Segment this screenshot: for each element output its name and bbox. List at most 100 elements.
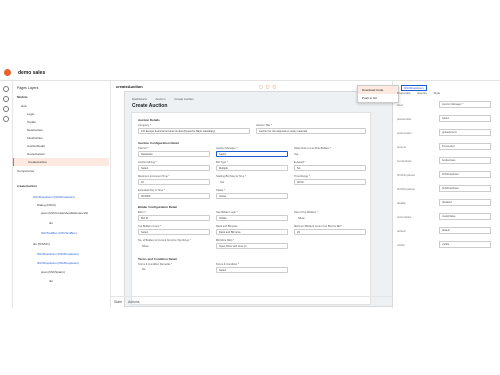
time-range-field[interactable]: 00:00 [294,179,366,185]
property-row: disable disabled [397,199,497,209]
data-icon[interactable] [3,106,9,112]
module-item-homeauction[interactable]: HomeAuction [13,150,109,158]
tab-properties[interactable]: Properties [397,91,411,95]
property-row: hhh/Dropdown hhh/Dropdown [397,171,497,181]
property-value-field[interactable]: FromLabel [439,143,491,150]
state-tab[interactable]: State [114,300,122,304]
terms-remarks-value[interactable]: No [142,268,145,271]
tree-node[interactable]: span (hhh/Span1) [41,270,65,274]
module-item-newauction[interactable]: NewAuction [13,126,109,134]
form-card: Auction Details Company * # D Europe fin… [131,112,371,305]
property-row: optionLabel uploadsrecrs [397,129,497,139]
see-bidder-login-field[interactable]: Visible [216,215,288,221]
components-label[interactable]: Components [13,167,109,175]
auction-mining-label: Auction Mining * [138,161,157,164]
tree-node[interactable]: hhh/Dropdown (hhh/Dropdown) [37,261,79,265]
module-item-login[interactable]: Login [13,110,109,118]
property-value-field[interactable]: visible [439,241,491,248]
max-increment-field[interactable]: 10 [138,179,210,185]
bid-in-field[interactable]: Brd Ø [138,215,210,221]
tab-events[interactable]: Events [418,91,427,95]
tree-node[interactable]: span (hhh/ContactAuctReference5) [41,211,88,215]
property-value-field[interactable]: Select [439,115,491,122]
bid-more-field[interactable]: Open Price with time on [216,243,288,249]
start-bid-value[interactable]: Yes [220,181,224,184]
tree-node[interactable]: div [49,221,53,225]
min-bidders-label: Minimum Bidders Count Can Bid For Bid * [294,225,343,228]
section-auction-config: Auction Configuration Detail [138,141,179,145]
actions-tab[interactable]: Actions [128,300,139,304]
tab-create-auction[interactable]: Create Auction [174,97,194,101]
properties-panel: hhh/Dropdown Properties Events Style lab… [393,81,500,308]
device-icons[interactable]: ▢▢▢ [259,84,279,89]
tree-node[interactable]: hhh/Dropdown (hhh/Dropdown) [37,252,79,256]
tab-style[interactable]: Style [434,91,441,95]
tree-node[interactable]: div (hhh/Div) [33,242,50,246]
extended-field[interactable]: 00:0000 [138,193,210,199]
e-award-field[interactable]: No [294,165,366,171]
tree-node[interactable]: hhh/Dropdown (hhh/Dropdown) [33,195,75,199]
tree-root[interactable]: createAuction [17,184,37,188]
bid-type-field[interactable]: Multiple [216,165,288,171]
property-row: visible visible [397,241,497,251]
property-value-field[interactable]: default [439,227,491,234]
property-label: hhh/Dropdown [397,173,416,177]
settings-icon[interactable] [3,116,9,122]
tree-node[interactable]: div [49,279,53,283]
rank-field[interactable]: Rank and Bill price [216,229,288,235]
property-value-field[interactable]: hhh/Dropdown [439,185,491,192]
property-value-field[interactable]: modelValue [439,213,491,220]
app-logo [4,69,11,76]
property-value-field[interactable]: borderclass [439,157,491,164]
pages-icon[interactable] [3,86,9,92]
company-field[interactable]: # D Europe financial services GmbH (Deut… [138,128,250,134]
notify-value[interactable]: Show [142,245,149,248]
auction-manager-dropdown[interactable]: Select [216,151,288,157]
property-label: borderclass [397,159,412,163]
tree-node[interactable]: hhh/TextBox (hhh/TextBox) [41,231,77,235]
module-item-topfan[interactable]: Topfan [13,118,109,126]
seller-rule-label: Seller Rule to Let Rule Bidders * [294,147,332,150]
download-code-option[interactable]: Download Code [358,86,398,94]
extended-label: Extended Day & Time * [138,189,165,192]
tab-auction[interactable]: Auction [155,97,165,101]
auction-mining-field[interactable]: Select [138,165,210,171]
seller-rule-value[interactable]: Yes [294,153,298,156]
property-row: optionValue modelValue [397,213,497,223]
auction-title-label: Auction Title * [256,124,272,127]
rank-label: Rank and Bill price [216,225,238,228]
property-value-field[interactable]: hhh/Dropdown [439,171,491,178]
max-increment-label: Maximum Increment Time * [138,175,170,178]
bottom-bar: State Actions [110,296,393,308]
module-item-createauction[interactable]: CreateAuction [13,158,109,166]
status-field[interactable]: Active [216,193,288,199]
tree-node[interactable]: Dialog (hhh/2) [37,203,56,207]
module-item-auctiondetail[interactable]: AuctionDetail [13,142,109,150]
sea-top-bidders-value[interactable]: Show [298,217,305,220]
start-at-field[interactable]: Dateieshe [138,151,210,157]
canvas-crumb: createAuction [116,84,143,89]
layers-icon[interactable] [3,96,9,102]
property-row: hhh/Dropdown hhh/Dropdown [397,185,497,195]
start-bid-label: Starting Bid Step & Time * [216,175,246,178]
property-value-field[interactable]: disabled [439,199,491,206]
time-range-label: Time Range * [294,175,310,178]
property-value-field[interactable]: Auction Manager * [439,101,491,108]
left-tabs[interactable]: Pages Layers [17,86,38,90]
tab-dashboard[interactable]: Dashboard [132,97,147,101]
module-item-hub[interactable]: Hub [13,102,109,110]
property-value-field[interactable]: uploadsrecrs [439,129,491,136]
terms-remarks-label: Terms & Condition Remarks * [138,263,173,266]
min-bidders-field[interactable]: 20 [294,229,366,235]
bid-more-label: Bid More Bidn * [216,239,235,242]
module-item-findauction[interactable]: FindAuction [13,134,109,142]
auction-title-field[interactable]: Auction for the disposal of scrap materi… [256,128,366,134]
sea-top-bidders-label: Sea of Top Bidders * [294,211,318,214]
canvas-panel: createAuction ▢▢▢ ⌖⚙▢ Dashboard Auction … [110,81,399,308]
top-blank [0,0,500,76]
top-bidders-count-field[interactable]: Select [138,229,210,235]
push-to-git-option[interactable]: Push to Git [358,94,398,102]
terms-condition-field[interactable]: Select [216,267,288,273]
property-row: borderclass borderclass [397,157,497,167]
property-row: default default [397,227,497,237]
